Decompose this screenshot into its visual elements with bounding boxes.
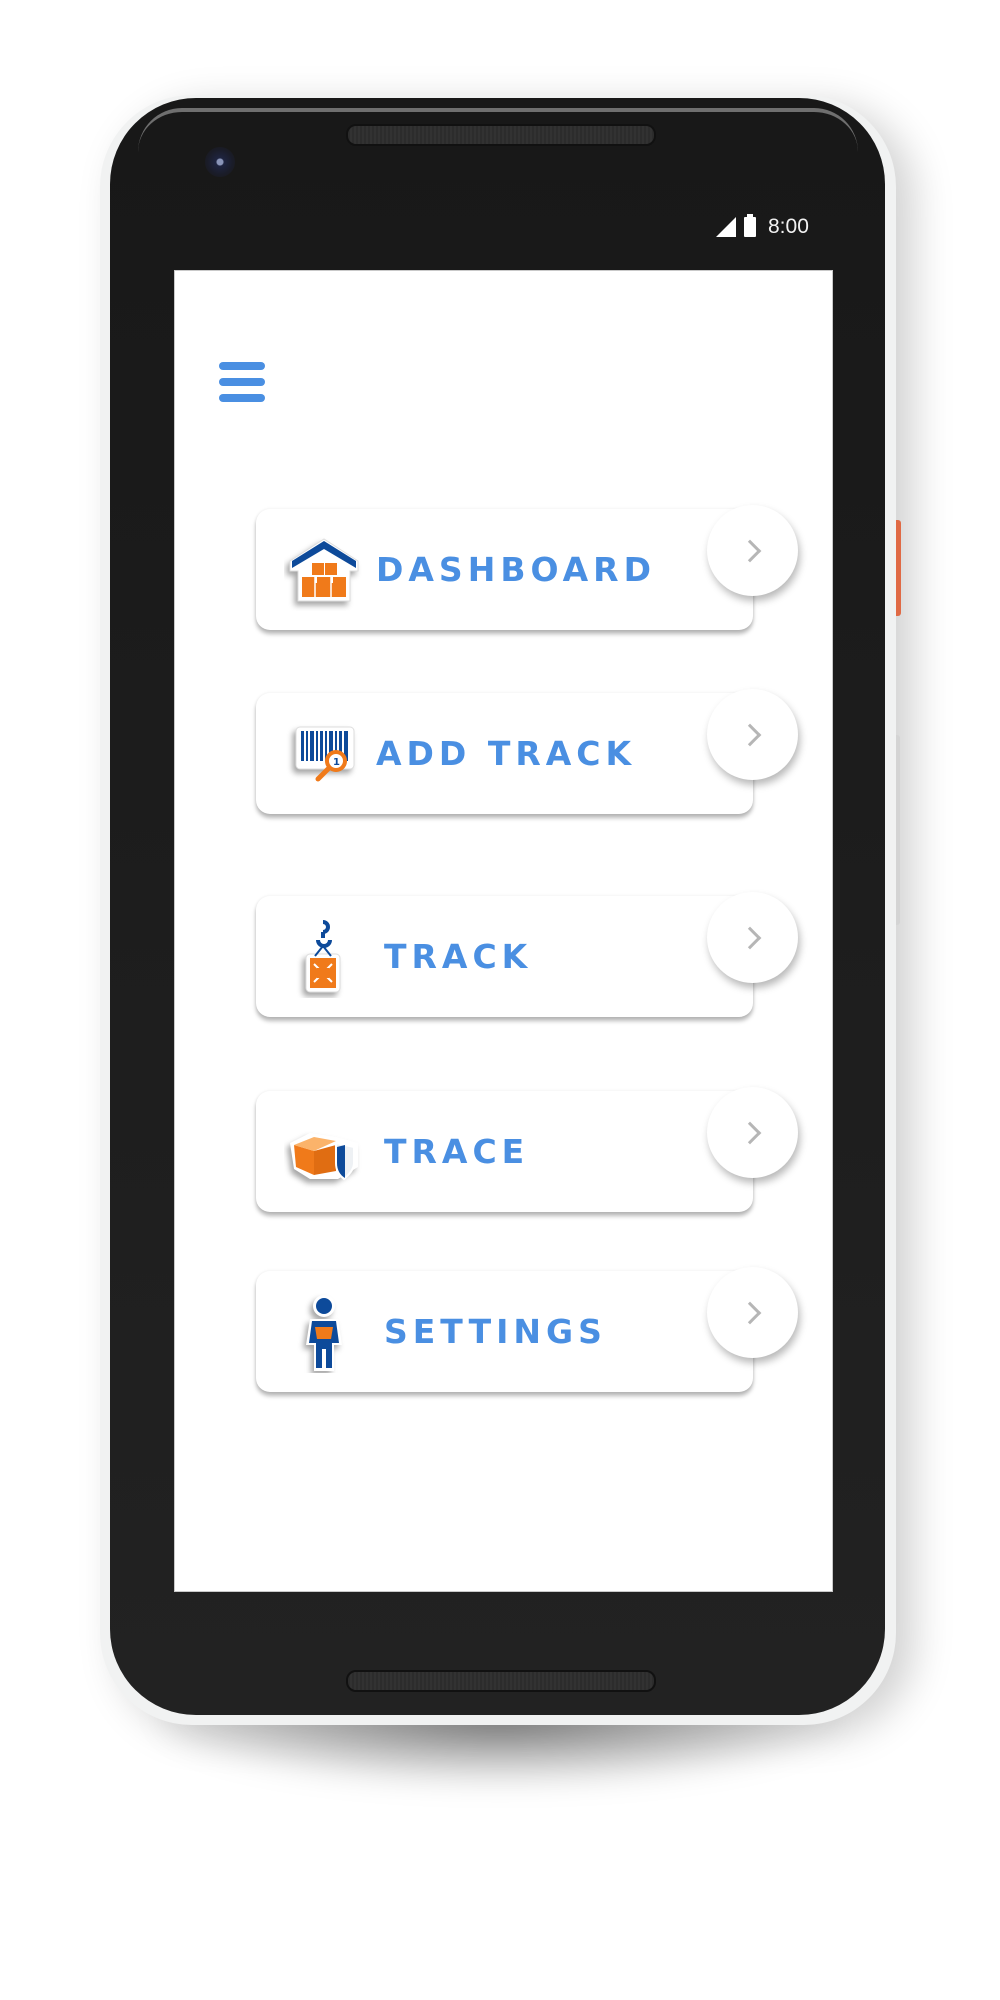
hamburger-menu-icon[interactable] (219, 361, 265, 403)
menu-bar (219, 394, 265, 402)
menu-item-label: SETTINGS (384, 1312, 607, 1351)
menu-item-trace[interactable]: TRACE (256, 1091, 753, 1212)
menu-item-label: DASHBOARD (376, 550, 656, 589)
menu-item-add-track[interactable]: 1 ADD TRACK (256, 693, 753, 814)
chevron-right-icon (738, 723, 761, 746)
menu-item-settings[interactable]: SETTINGS (256, 1271, 753, 1392)
chevron-right-icon (738, 539, 761, 562)
chevron-right-icon (738, 1301, 761, 1324)
power-button (896, 520, 901, 616)
worker-person-icon (306, 1295, 342, 1371)
app-screen: DASHBOARD 1 ADD TRACK TRACK TRACE SETTIN… (174, 270, 833, 1592)
battery-icon (744, 214, 756, 237)
track-arrow-button[interactable] (707, 892, 798, 983)
chevron-right-icon (738, 926, 761, 949)
dashboard-arrow-button[interactable] (707, 505, 798, 596)
barcode-search-icon: 1 (295, 726, 355, 782)
warehouse-boxes-icon (289, 538, 359, 602)
menu-item-dashboard[interactable]: DASHBOARD (256, 509, 753, 630)
menu-bar (219, 362, 265, 370)
earpiece-speaker (346, 124, 656, 146)
add-track-arrow-button[interactable] (707, 689, 798, 780)
chevron-right-icon (738, 1121, 761, 1144)
bottom-speaker (346, 1670, 656, 1692)
menu-item-label: TRACE (384, 1132, 530, 1171)
svg-text:1: 1 (333, 757, 340, 768)
status-bar: 8:00 (716, 214, 809, 240)
settings-arrow-button[interactable] (707, 1267, 798, 1358)
volume-button (896, 735, 900, 925)
box-shield-icon (290, 1133, 358, 1181)
menu-item-label: TRACK (384, 937, 533, 976)
crane-hook-crate-icon (305, 920, 341, 993)
trace-arrow-button[interactable] (707, 1087, 798, 1178)
menu-item-label: ADD TRACK (376, 734, 637, 773)
status-time: 8:00 (768, 215, 809, 238)
menu-item-track[interactable]: TRACK (256, 896, 753, 1017)
front-camera (205, 147, 235, 177)
cellular-signal-icon (716, 217, 736, 237)
menu-bar (219, 378, 265, 386)
